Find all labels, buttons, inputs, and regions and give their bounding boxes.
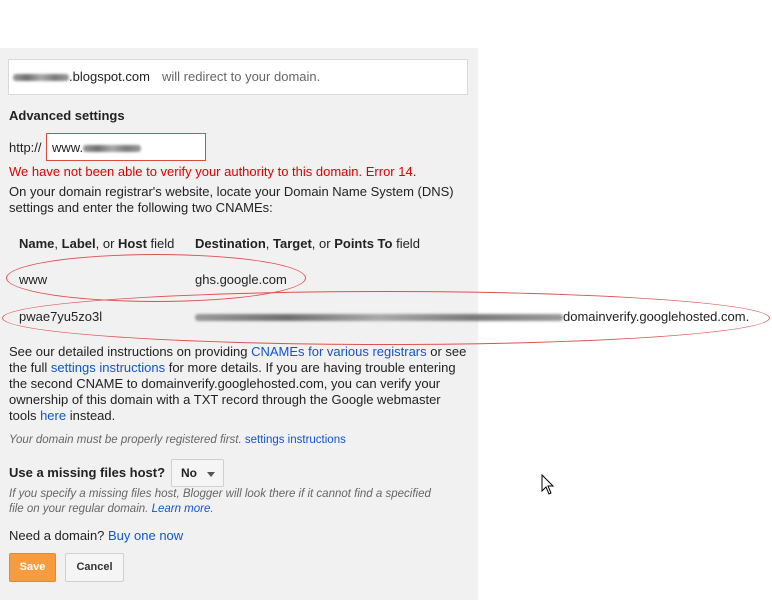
missing-files-help-1: If you specify a missing files host, Blo… — [9, 488, 431, 500]
domain-input-value: www. — [52, 140, 84, 155]
buy-one-now-link[interactable]: Buy one now — [108, 528, 183, 543]
instructions-line-4: ownership of this domain with a TXT reco… — [9, 392, 441, 407]
blurred-subdomain — [13, 74, 69, 82]
mouse-pointer-icon — [541, 474, 555, 495]
instructions-line-2: the full settings instructions for more … — [9, 360, 456, 375]
column-header-name: Name, Label, or Host field — [19, 236, 175, 251]
domain-input[interactable]: www. — [46, 133, 206, 161]
advanced-settings-heading: Advanced settings — [9, 108, 125, 123]
instructions-line-3: the second CNAME to domainverify.googleh… — [9, 376, 441, 391]
http-prefix-label: http:// — [9, 140, 42, 155]
annotation-ellipse-row-2 — [2, 291, 770, 345]
cancel-button[interactable]: Cancel — [65, 553, 124, 582]
blurred-domain — [83, 145, 142, 153]
cnames-registrars-link[interactable]: CNAMEs for various registrars — [251, 344, 427, 359]
redirect-box: .blogspot.com will redirect to your doma… — [8, 59, 468, 95]
settings-instructions-link[interactable]: settings instructions — [51, 360, 165, 375]
missing-files-help-2: file on your regular domain. Learn more. — [9, 503, 214, 515]
registered-settings-link[interactable]: settings instructions — [245, 434, 346, 446]
missing-files-label: Use a missing files host? — [9, 465, 166, 480]
registered-note: Your domain must be properly registered … — [9, 434, 346, 446]
dns-intro-line-1: On your domain registrar's website, loca… — [9, 184, 454, 199]
redirect-message: will redirect to your domain. — [162, 69, 321, 84]
instructions-line-5: tools here instead. — [9, 408, 116, 423]
missing-files-value: No — [181, 466, 197, 480]
learn-more-link[interactable]: Learn more — [152, 503, 211, 515]
caret-down-icon — [207, 472, 215, 477]
save-button[interactable]: Save — [9, 553, 56, 582]
buy-domain-line: Need a domain? Buy one now — [9, 528, 184, 543]
dns-intro-line-2: settings and enter the following two CNA… — [9, 200, 273, 215]
instructions-line-1: See our detailed instructions on providi… — [9, 344, 467, 359]
verification-error: We have not been able to verify your aut… — [9, 164, 417, 179]
webmaster-here-link[interactable]: here — [40, 408, 66, 423]
column-header-destination: Destination, Target, or Points To field — [195, 236, 420, 251]
redirect-subdomain: .blogspot.com — [13, 69, 150, 84]
missing-files-select[interactable]: No — [171, 459, 224, 487]
